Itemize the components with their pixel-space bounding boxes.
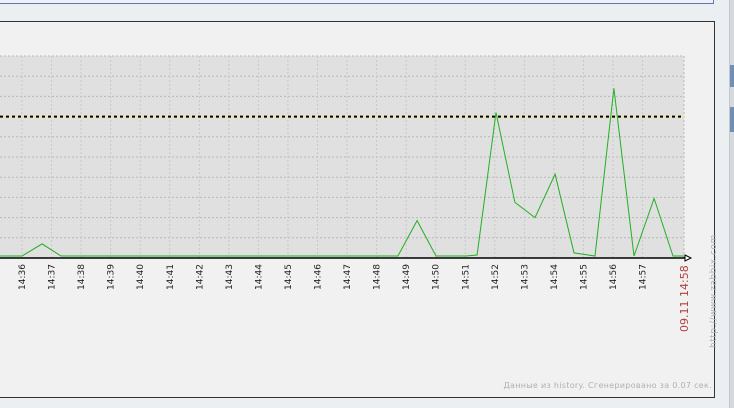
x-tick-label: 14:52 [491, 264, 501, 290]
x-tick-label: 14:44 [254, 264, 264, 290]
x-tick-label: 14:38 [77, 264, 87, 290]
x-tick-label: 14:57 [639, 264, 649, 290]
x-tick-label: 14:54 [550, 264, 560, 290]
x-tick-label: 14:45 [284, 264, 294, 290]
x-tick-label: 14:48 [373, 264, 383, 290]
x-tick-label: 14:42 [195, 264, 205, 290]
x-tick-label: 14:53 [520, 264, 530, 290]
x-axis-arrow [684, 254, 693, 262]
x-tick-label: 14:41 [166, 264, 176, 290]
x-end-label: 09.11 14:58 [678, 265, 691, 332]
x-tick-label: 14:40 [136, 264, 146, 290]
x-tick-label: 14:39 [107, 264, 117, 290]
watermark: http://www.zabbix.com [709, 234, 719, 348]
x-tick-label: 14:37 [48, 264, 58, 290]
x-tick-label: 14:51 [461, 264, 471, 290]
x-tick-label: 14:49 [402, 264, 412, 290]
x-tick-label: 14:36 [18, 264, 28, 290]
footer-text: Данные из history. Сгенерировано за 0.07… [503, 381, 712, 390]
x-tick-label: 14:46 [314, 264, 324, 290]
x-tick-label: 14:56 [609, 264, 619, 290]
x-tick-label: 14:47 [343, 264, 353, 290]
x-tick-label: 14:55 [579, 264, 589, 290]
graph: 14:36 14:37 14:38 14:39 14:40 14:41 14:42 14:43… [0, 55, 693, 332]
x-tick-label: 14:50 [432, 264, 442, 290]
x-tick-label: 14:43 [225, 264, 235, 290]
